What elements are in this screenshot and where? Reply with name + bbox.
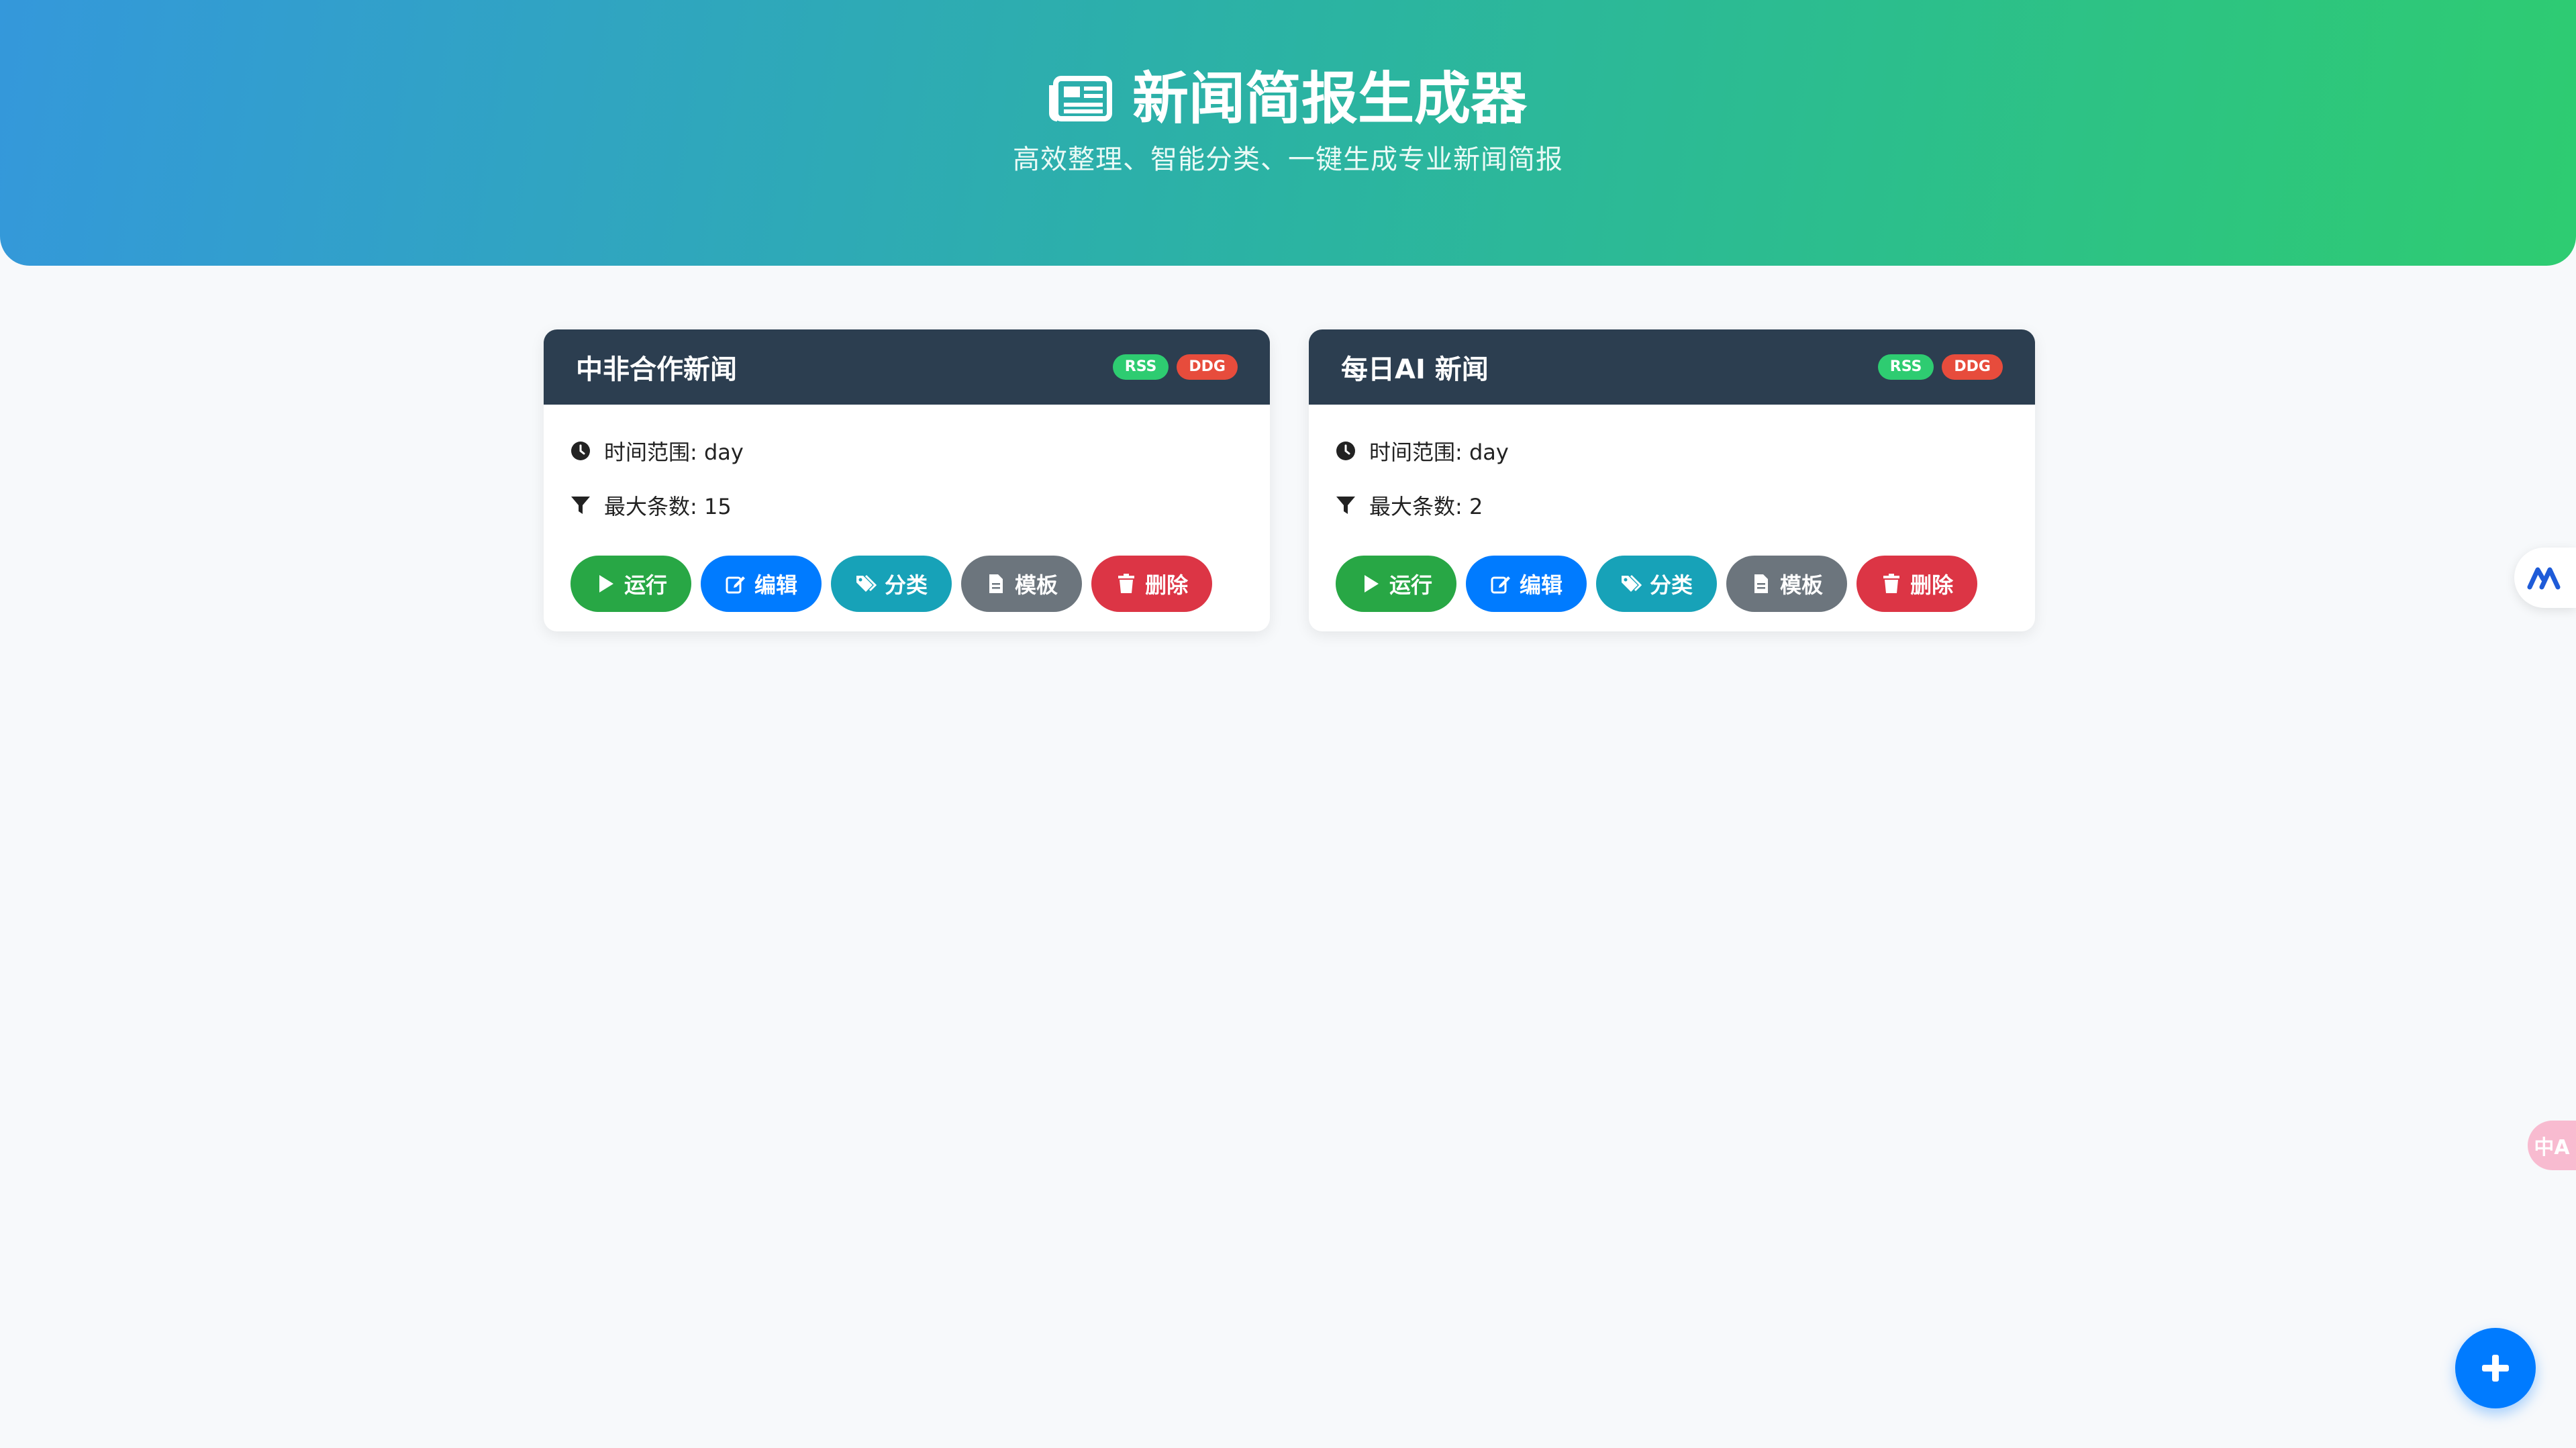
app-title: 新闻简报生成器 xyxy=(0,62,2576,136)
clock-icon xyxy=(1336,442,1355,460)
edit-button[interactable]: 编辑 xyxy=(701,556,822,612)
app-subtitle: 高效整理、智能分类、一键生成专业新闻简报 xyxy=(1013,144,1563,175)
category-label: 分类 xyxy=(1650,572,1693,598)
file-icon xyxy=(989,574,1003,593)
run-button[interactable]: 运行 xyxy=(1336,556,1457,612)
card-actions: 运行 编辑 分类 模板 删除 xyxy=(1336,556,2008,612)
edit-button[interactable]: 编辑 xyxy=(1466,556,1587,612)
translate-side-tab[interactable]: 中A xyxy=(2528,1121,2576,1170)
source-badges: RSS DDG xyxy=(1877,354,2003,380)
trash-icon xyxy=(1883,574,1900,593)
assistant-logo-icon xyxy=(2527,567,2561,590)
card-header: 每日AI 新闻 RSS DDG xyxy=(1309,329,2035,405)
time-range-text: 时间范围: day xyxy=(1369,439,1509,465)
card-header: 中非合作新闻 RSS DDG xyxy=(544,329,1270,405)
delete-label: 删除 xyxy=(1145,572,1189,598)
delete-button[interactable]: 删除 xyxy=(1091,556,1213,612)
card-body: 时间范围: day 最大条数: 15 运行 编辑 分类 模板 删除 xyxy=(544,405,1270,612)
ddg-badge: DDG xyxy=(1942,354,2003,380)
max-items-row: 最大条数: 2 xyxy=(1336,487,2008,523)
delete-label: 删除 xyxy=(1910,572,1954,598)
file-icon xyxy=(1754,574,1769,593)
time-range-row: 时间范围: day xyxy=(571,433,1243,469)
card-actions: 运行 编辑 分类 模板 删除 xyxy=(571,556,1243,612)
category-label: 分类 xyxy=(885,572,928,598)
card-title: 每日AI 新闻 xyxy=(1341,354,1489,385)
rss-badge: RSS xyxy=(1112,354,1169,380)
assistant-side-tab[interactable] xyxy=(2514,548,2576,608)
run-label: 运行 xyxy=(1389,572,1433,598)
rss-badge: RSS xyxy=(1877,354,1934,380)
edit-label: 编辑 xyxy=(1520,572,1563,598)
edit-icon xyxy=(726,576,746,594)
clock-icon xyxy=(571,442,590,460)
card-title: 中非合作新闻 xyxy=(576,354,737,385)
edit-icon xyxy=(1491,576,1511,594)
template-label: 模板 xyxy=(1780,572,1824,598)
translate-icon: 中A xyxy=(2534,1136,2570,1159)
edit-label: 编辑 xyxy=(754,572,798,598)
max-items-text: 最大条数: 2 xyxy=(1369,494,1483,519)
newspaper-icon xyxy=(1048,76,1112,121)
delete-button[interactable]: 删除 xyxy=(1856,556,1978,612)
tags-icon xyxy=(1622,574,1642,592)
time-range-row: 时间范围: day xyxy=(1336,433,2008,469)
max-items-text: 最大条数: 15 xyxy=(604,494,732,519)
source-badges: RSS DDG xyxy=(1112,354,1238,380)
category-button[interactable]: 分类 xyxy=(1596,556,1718,612)
plus-icon xyxy=(2482,1355,2509,1382)
run-label: 运行 xyxy=(624,572,668,598)
run-button[interactable]: 运行 xyxy=(571,556,692,612)
template-label: 模板 xyxy=(1015,572,1058,598)
tags-icon xyxy=(856,574,877,592)
briefing-card: 每日AI 新闻 RSS DDG 时间范围: day 最大条数: 2 运行 编辑 … xyxy=(1309,329,2035,631)
category-button[interactable]: 分类 xyxy=(831,556,952,612)
max-items-row: 最大条数: 15 xyxy=(571,487,1243,523)
template-button[interactable]: 模板 xyxy=(1726,556,1848,612)
add-briefing-button[interactable] xyxy=(2455,1328,2536,1408)
app-title-text: 新闻简报生成器 xyxy=(1132,66,1527,132)
filter-icon xyxy=(571,497,590,514)
play-icon xyxy=(1365,575,1379,592)
ddg-badge: DDG xyxy=(1177,354,1238,380)
play-icon xyxy=(599,575,613,592)
time-range-text: 时间范围: day xyxy=(604,439,744,465)
card-body: 时间范围: day 最大条数: 2 运行 编辑 分类 模板 删除 xyxy=(1309,405,2035,612)
template-button[interactable]: 模板 xyxy=(961,556,1083,612)
page-header: 新闻简报生成器 高效整理、智能分类、一键生成专业新闻简报 xyxy=(0,0,2576,266)
filter-icon xyxy=(1336,497,1355,514)
trash-icon xyxy=(1118,574,1135,593)
briefing-card: 中非合作新闻 RSS DDG 时间范围: day 最大条数: 15 运行 编辑 … xyxy=(544,329,1270,631)
